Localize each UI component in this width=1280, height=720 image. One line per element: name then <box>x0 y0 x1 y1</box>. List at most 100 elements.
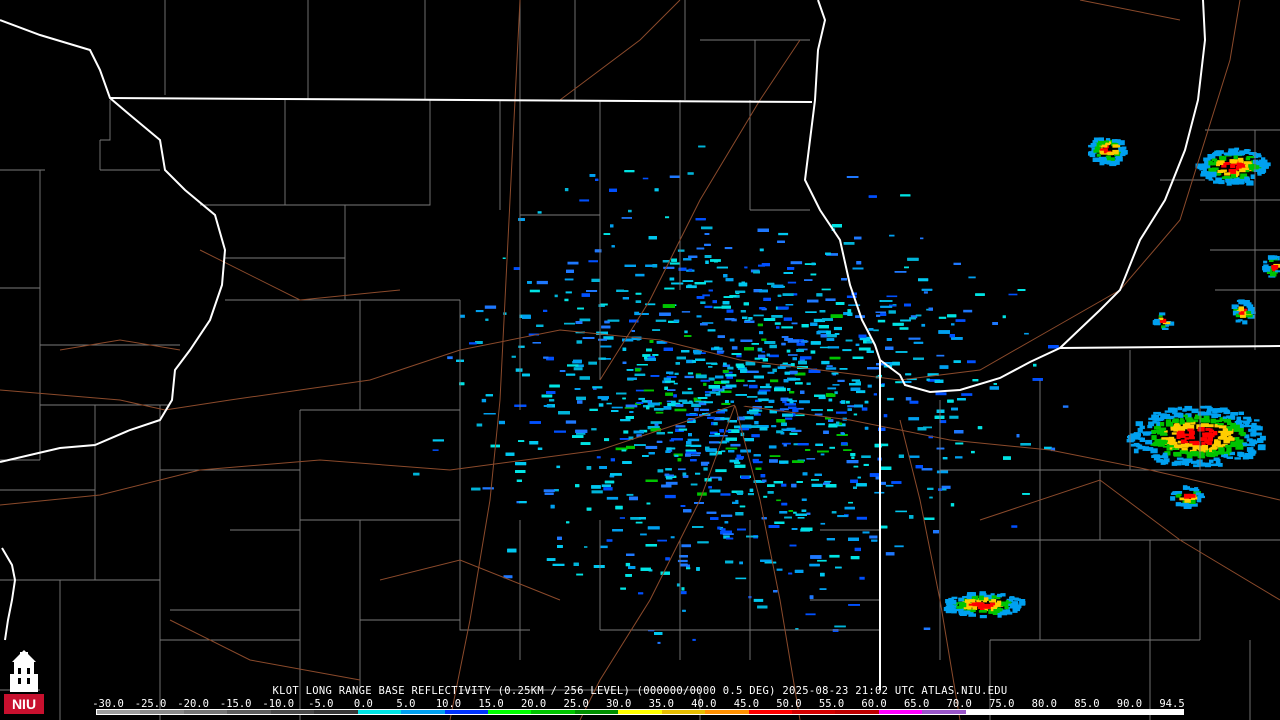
echo-cell <box>709 391 721 394</box>
echo-cell <box>795 382 803 385</box>
echo-cell <box>854 404 863 408</box>
echo-cell <box>767 282 775 285</box>
echo-cell <box>622 361 627 364</box>
echo-cell <box>1234 151 1241 155</box>
echo-cell <box>574 388 581 390</box>
echo-cell <box>1242 442 1248 447</box>
echo-cell <box>586 290 598 292</box>
echo-cell <box>1177 406 1182 411</box>
echo-cell <box>1198 427 1205 432</box>
echo-cell <box>824 480 832 483</box>
echo-cell <box>784 403 796 406</box>
echo-cell <box>1200 164 1208 169</box>
echo-cell <box>692 638 696 641</box>
echo-cell <box>834 333 840 335</box>
echo-cell <box>629 411 634 413</box>
echo-cell <box>593 388 597 390</box>
echo-cell <box>1033 363 1037 367</box>
echo-cell <box>963 309 973 313</box>
echo-cell <box>810 350 816 354</box>
echo-cell <box>850 453 856 457</box>
echo-cell <box>898 454 904 458</box>
echo-cell <box>717 526 721 530</box>
echo-cell <box>781 483 787 487</box>
echo-cell <box>1212 152 1220 157</box>
echo-cell <box>806 382 811 385</box>
echo-cell <box>575 321 583 324</box>
echo-cell <box>727 366 734 370</box>
echo-cell <box>791 429 802 432</box>
echo-cell <box>747 493 754 496</box>
echo-cell <box>768 525 780 528</box>
echo-cell <box>817 559 827 562</box>
echo-cell <box>681 350 690 353</box>
echo-cell <box>785 417 793 420</box>
echo-cell <box>934 379 944 383</box>
echo-cell <box>622 461 632 464</box>
echo-cell <box>611 245 615 248</box>
echo-cell <box>751 434 760 438</box>
legend-color-swatch <box>227 710 271 714</box>
echo-cell <box>880 313 887 316</box>
echo-cell <box>1190 451 1199 455</box>
echo-cell <box>610 224 614 228</box>
echo-cell <box>460 314 465 318</box>
echo-cell <box>1017 599 1026 602</box>
echo-cell <box>791 483 797 488</box>
echo-cell <box>705 393 711 397</box>
legend-color-swatch <box>314 710 358 714</box>
echo-cell <box>1175 423 1180 427</box>
echo-cell <box>1218 447 1225 452</box>
echo-cell <box>683 509 692 513</box>
echo-cell <box>705 446 710 451</box>
echo-cell <box>754 357 760 360</box>
echo-cell <box>1205 428 1211 431</box>
echo-cell <box>1193 489 1200 492</box>
echo-cell <box>848 304 861 306</box>
echo-cell <box>880 305 893 308</box>
echo-cell <box>682 609 686 612</box>
echo-cell <box>687 284 692 288</box>
echo-cell <box>686 413 698 416</box>
echo-cell <box>904 303 911 307</box>
echo-cell <box>573 359 582 363</box>
echo-cell <box>740 449 751 453</box>
echo-cell <box>726 537 734 540</box>
echo-cell <box>805 613 816 616</box>
echo-cell <box>1154 318 1160 323</box>
echo-cell <box>753 454 761 457</box>
echo-cell <box>469 342 477 345</box>
echo-cell <box>665 392 673 396</box>
echo-cell <box>811 483 823 487</box>
echo-cell <box>767 484 775 487</box>
echo-cell <box>718 441 727 444</box>
echo-cell <box>1254 432 1262 436</box>
echo-cell <box>635 300 642 303</box>
echo-cell <box>1099 150 1104 154</box>
echo-cell <box>1159 320 1167 323</box>
echo-cell <box>905 373 912 376</box>
echo-cell <box>505 452 515 456</box>
echo-cell <box>784 338 793 341</box>
echo-cell <box>1203 419 1211 423</box>
echo-cell <box>687 372 694 375</box>
echo-cell <box>945 599 951 604</box>
echo-cell <box>753 598 764 602</box>
echo-cell <box>781 342 786 346</box>
echo-cell <box>1003 456 1011 460</box>
echo-cell <box>853 486 857 489</box>
echo-cell <box>861 407 868 411</box>
echo-cell <box>722 369 729 373</box>
echo-cell <box>850 556 860 560</box>
echo-cell <box>802 472 808 476</box>
echo-cell <box>839 368 848 370</box>
echo-cell <box>1242 456 1249 460</box>
echo-cell <box>696 247 705 250</box>
echo-cell <box>753 375 764 379</box>
echo-cell <box>740 369 748 373</box>
echo-cell <box>654 188 659 192</box>
echo-cell <box>678 428 688 431</box>
echo-cell <box>913 357 924 360</box>
echo-cell <box>769 459 778 463</box>
echo-cell <box>798 360 807 365</box>
